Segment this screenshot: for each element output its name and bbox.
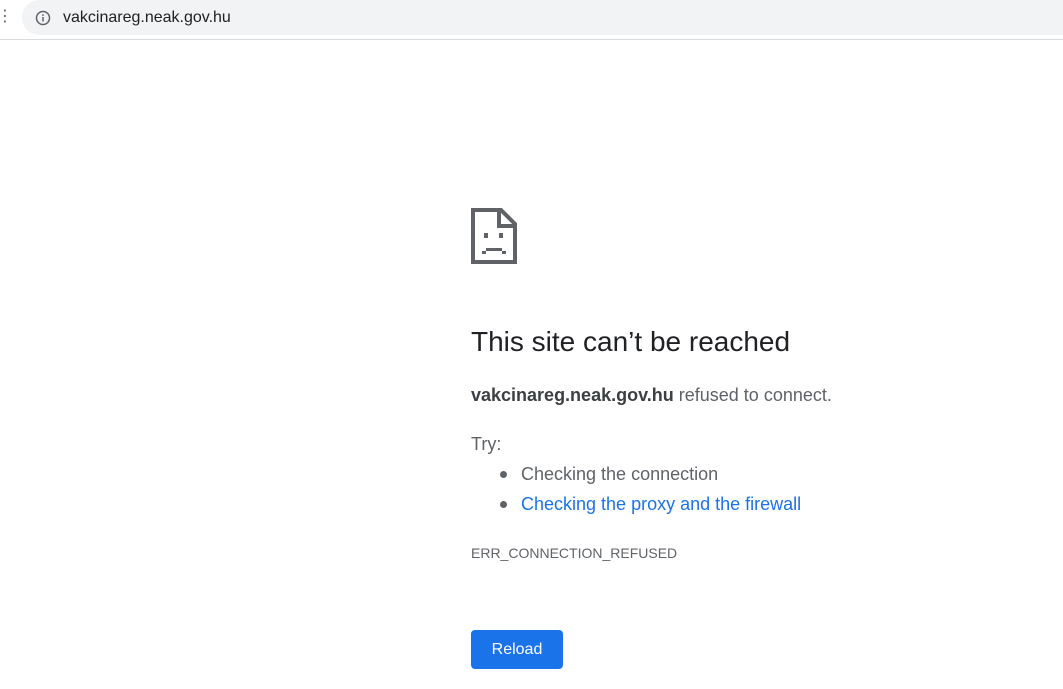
suggestions-list: Checking the connection Checking the pro… xyxy=(471,462,801,522)
proxy-firewall-link[interactable]: Checking the proxy and the firewall xyxy=(521,494,801,514)
error-title: This site can’t be reached xyxy=(471,326,791,357)
suggestion-text: Checking the connection xyxy=(521,464,719,484)
toolbar-button-edge[interactable]: ⋮ xyxy=(0,9,13,25)
try-label: Try: xyxy=(471,434,502,454)
suggestion-check-proxy-firewall: Checking the proxy and the firewall xyxy=(471,492,801,522)
error-message: refused to connect. xyxy=(678,385,832,405)
reload-button[interactable]: Reload xyxy=(471,630,563,669)
error-code: ERR_CONNECTION_REFUSED xyxy=(471,545,678,561)
suggestion-check-connection: Checking the connection xyxy=(471,462,801,492)
browser-toolbar: ⋮ vakcinareg.neak.gov.hu xyxy=(0,0,1063,40)
address-bar[interactable]: vakcinareg.neak.gov.hu xyxy=(22,0,1063,35)
bullet-icon xyxy=(500,501,507,508)
info-circle-icon[interactable] xyxy=(35,10,51,26)
bullet-icon xyxy=(500,471,507,478)
error-host: vakcinareg.neak.gov.hu xyxy=(471,385,674,405)
error-summary: vakcinareg.neak.gov.hu refused to connec… xyxy=(471,383,832,407)
address-bar-url[interactable]: vakcinareg.neak.gov.hu xyxy=(63,8,231,28)
sad-page-icon xyxy=(471,208,517,264)
